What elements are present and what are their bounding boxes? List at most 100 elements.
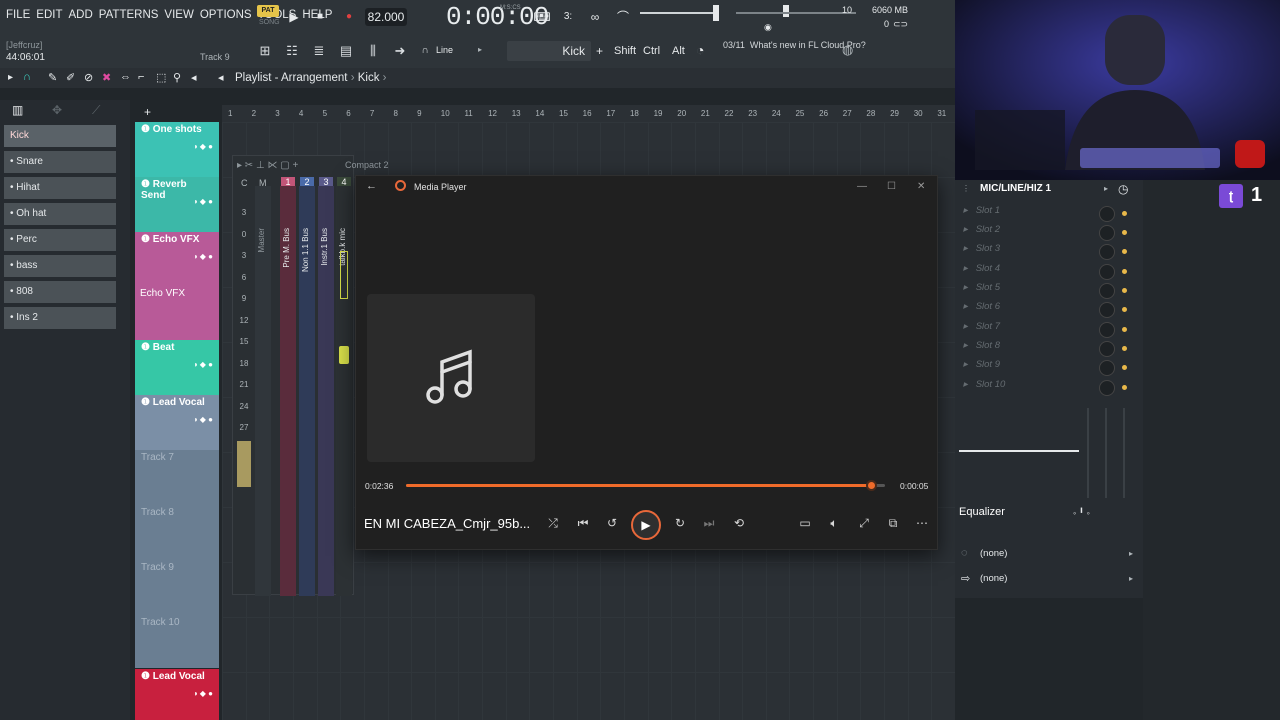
effect-slot-5[interactable]: ▸ Slot 5 [963, 282, 1135, 301]
snap-icon[interactable]: ⊞ [256, 42, 274, 60]
track-header-track-7[interactable]: Track 7 [135, 450, 219, 505]
master-pitch-slider[interactable] [736, 12, 856, 14]
track-header-beat[interactable]: ❶ Beat ◑ ◆ ● [135, 340, 219, 395]
track-header-echo-vfx[interactable]: ❶ Echo VFX ◑ ◆ ● Echo VFX [135, 232, 219, 340]
channel-item-kick[interactable]: Kick [4, 125, 116, 147]
track-controls-icon[interactable]: ◑ ◆ ● [193, 360, 213, 369]
effect-slot-1[interactable]: ▸ Slot 1 [963, 205, 1135, 224]
channel-item-oh-hat[interactable]: • Oh hat [4, 203, 116, 225]
mixer-strip-non-bus[interactable]: Non 1.1 Bus [299, 186, 315, 596]
paint-icon[interactable]: ✐ [66, 71, 75, 84]
mixer-strip-pre-m-bus[interactable]: Pre M. Bus [280, 186, 296, 596]
playlist-menu-icon[interactable]: ◂ [218, 71, 224, 84]
browser-icon[interactable]: ▤ [337, 42, 355, 60]
timeline-ruler[interactable]: 1 2 3 4 5 6 7 8 9 10 11 12 13 14 15 16 17 18 19 20 21 22 23 24 2… [222, 105, 955, 122]
alt-key[interactable]: Alt [672, 45, 685, 57]
slice-tool-icon[interactable]: ⌐ [138, 71, 144, 83]
slip-tool-icon[interactable]: ⇔ [120, 71, 131, 83]
tempo-display[interactable]: 82.000 [365, 8, 407, 26]
eq-fader-2[interactable] [1105, 408, 1107, 498]
channel-item-hihat[interactable]: • Hihat [4, 177, 116, 199]
track-header-lead-vocal-2[interactable]: ❶ Lead Vocal ◑ ◆ ● [135, 669, 219, 720]
effect-slot-9[interactable]: ▸ Slot 9 [963, 359, 1135, 378]
play-arrow-icon[interactable]: ▸ [8, 72, 13, 83]
track-controls-icon[interactable]: ◑ ◆ ● [193, 142, 213, 151]
input-route[interactable]: (none) [980, 548, 1007, 559]
effect-slot-8[interactable]: ▸ Slot 8 [963, 340, 1135, 359]
mixer-icon[interactable]: ⫼ [364, 42, 382, 60]
effect-slot-6[interactable]: ▸ Slot 6 [963, 301, 1135, 320]
track-header-one-shots[interactable]: ❶ One shots ◑ ◆ ● [135, 122, 219, 177]
master-volume-handle[interactable] [713, 5, 719, 21]
shuffle-icon[interactable]: ⤮ [544, 516, 562, 532]
effect-slot-7[interactable]: ▸ Slot 7 [963, 321, 1135, 340]
pat-toggle[interactable]: PAT [257, 5, 279, 17]
link-tool-icon[interactable]: ⟋ [92, 103, 100, 118]
track-header-reverb-send[interactable]: ❶ Reverb Send ◑ ◆ ● [135, 177, 219, 232]
rewind-10-icon[interactable]: ↺ [603, 516, 621, 532]
track-controls-icon[interactable]: ◑ ◆ ● [193, 689, 213, 698]
piano-roll-icon[interactable]: ≣ [310, 42, 328, 60]
effect-slot-2[interactable]: ▸ Slot 2 [963, 224, 1135, 243]
insert-arrow-icon[interactable]: ▸ [1104, 184, 1108, 193]
miniplayer-icon[interactable]: ⧉ [884, 516, 902, 532]
previous-icon[interactable]: ⏮ [574, 516, 592, 532]
magnet-snap-icon[interactable]: ∩ [23, 71, 31, 83]
delete-tool-icon[interactable]: ✖ [102, 71, 111, 84]
mixer-strip-instr-bus[interactable]: Instr.1 Bus [318, 186, 334, 596]
eq-knobs-icon[interactable]: ◦ ╹ ◦ [1073, 508, 1090, 519]
typing-keyboard-icon[interactable]: ⌨ [533, 8, 551, 26]
track-header-track-10[interactable]: Track 10 [135, 615, 219, 668]
menu-edit[interactable]: EDIT [36, 9, 62, 21]
eq-fader-3[interactable] [1123, 408, 1125, 498]
subtitles-icon[interactable]: ▭ [796, 516, 814, 532]
mute-tool-icon[interactable]: ⊘ [84, 71, 93, 84]
menu-patterns[interactable]: PATTERNS [99, 9, 159, 21]
output-route[interactable]: (none) [980, 573, 1007, 584]
add-track-icon[interactable]: + [144, 105, 151, 119]
metronome-icon[interactable]: 3: [559, 8, 577, 26]
output-route-arrow-icon[interactable]: ▸ [1129, 574, 1133, 583]
maximize-icon[interactable]: ☐ [887, 181, 896, 192]
seek-handle[interactable] [865, 480, 877, 491]
play-button[interactable]: ▶ [631, 510, 661, 540]
snap-selector[interactable]: Line [436, 45, 453, 55]
send-level-line[interactable] [959, 450, 1079, 452]
mixer-strip-talkback-mic[interactable]: talkb.k mic [336, 186, 352, 596]
mixer-preset-label[interactable]: Compact 2 [345, 160, 389, 170]
track-controls-icon[interactable]: ◑ ◆ ● [193, 415, 213, 424]
shift-key[interactable]: Shift [614, 45, 636, 57]
effect-slot-10[interactable]: ▸ Slot 10 [963, 379, 1135, 398]
channel-rack-icon[interactable]: ☷ [283, 42, 301, 60]
more-options-icon[interactable]: ⋯ [913, 516, 931, 532]
volume-icon[interactable]: 🔈︎ [825, 516, 843, 532]
eq-fader-1[interactable] [1087, 408, 1089, 498]
mixer-strip-master[interactable]: Master [255, 186, 271, 596]
select-tool-icon[interactable]: ⬚ [156, 71, 166, 84]
channel-item-ins-2[interactable]: • Ins 2 [4, 307, 116, 329]
menu-view[interactable]: VIEW [164, 9, 193, 21]
play-icon[interactable]: ▶ [285, 8, 303, 26]
menu-add[interactable]: ADD [69, 9, 93, 21]
track-header-track-8[interactable]: Track 8 [135, 505, 219, 560]
fader-handle-talkback[interactable] [339, 346, 349, 364]
track-controls-icon[interactable]: ◑ ◆ ● [193, 197, 213, 206]
song-toggle[interactable]: SONG [259, 19, 280, 26]
channel-item-bass[interactable]: • bass [4, 255, 116, 277]
forward-30-icon[interactable]: ↻ [671, 516, 689, 532]
ctrl-key[interactable]: Ctrl [643, 45, 660, 57]
zoom-tool-icon[interactable]: ⚲ [173, 71, 181, 84]
menu-options[interactable]: OPTIONS [200, 9, 252, 21]
input-route-arrow-icon[interactable]: ▸ [1129, 549, 1133, 558]
minimize-icon[interactable]: — [857, 181, 867, 192]
channel-item-perc[interactable]: • Perc [4, 229, 116, 251]
menu-file[interactable]: FILE [6, 9, 30, 21]
latency-clock-icon[interactable]: ◷ [1118, 182, 1128, 196]
track-header-lead-vocal[interactable]: ❶ Lead Vocal ◑ ◆ ● [135, 395, 219, 450]
add-pattern-icon[interactable]: + [596, 44, 603, 58]
track-controls-icon[interactable]: ◑ ◆ ● [193, 252, 213, 261]
globe-icon[interactable]: ◍ [842, 42, 853, 58]
master-pitch-handle[interactable] [783, 5, 789, 17]
loop-record-icon[interactable]: ∞ [586, 8, 604, 26]
magnet-icon[interactable]: ∩ [416, 42, 434, 60]
